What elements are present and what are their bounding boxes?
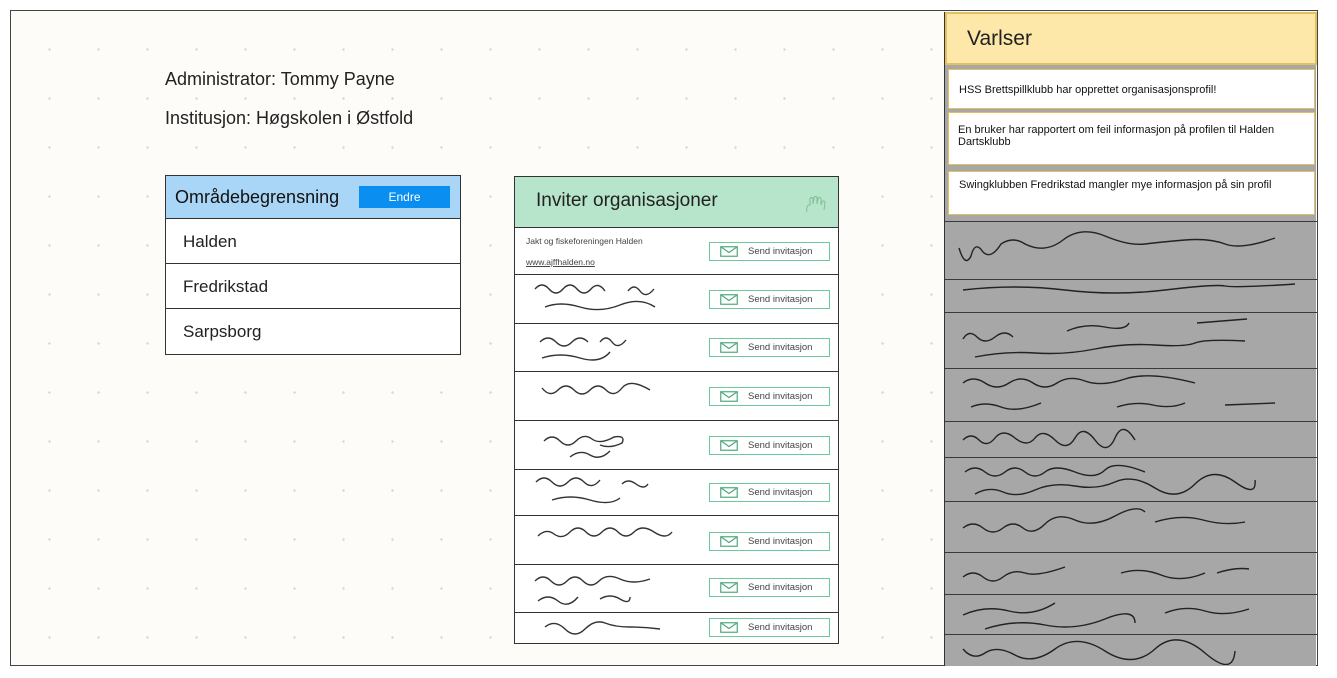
notification-placeholder-row <box>945 368 1317 421</box>
envelope-icon <box>720 440 738 451</box>
area-restriction-panel: Områdebegrensning Endre Halden Fredrikst… <box>165 175 461 355</box>
notification-placeholder-row <box>945 634 1317 666</box>
org-placeholder-scribble <box>534 575 651 605</box>
org-name: Jakt og fiskeforeningen Halden <box>526 236 643 246</box>
area-item-fredrikstad: Fredrikstad <box>166 264 460 309</box>
org-row: Send invitasjon <box>515 516 838 565</box>
envelope-icon <box>720 487 738 498</box>
notifications-title: Varlser <box>967 27 1032 50</box>
org-placeholder-scribble <box>534 284 656 311</box>
envelope-icon <box>720 246 738 257</box>
notification-item[interactable]: HSS Brettspillklubb har opprettet organi… <box>948 69 1315 109</box>
notifications-panel: Varlser HSS Brettspillklubb har opprette… <box>944 12 1317 666</box>
invite-title: Inviter organisasjoner <box>536 190 718 211</box>
placeholder-scribble <box>962 566 1250 582</box>
send-invitation-label: Send invitasjon <box>748 582 813 593</box>
placeholder-scribble <box>962 318 1248 358</box>
notification-text: HSS Brettspillklubb har opprettet organi… <box>959 84 1217 96</box>
envelope-icon <box>720 622 738 633</box>
org-row: Jakt og fiskeforeningen Halden www.ajffh… <box>515 228 838 275</box>
send-invitation-button[interactable]: Send invitasjon <box>709 532 830 551</box>
send-invitation-button[interactable]: Send invitasjon <box>709 338 830 357</box>
placeholder-scribble <box>962 375 1276 410</box>
org-row: Send invitasjon <box>515 421 838 470</box>
org-placeholder-scribble <box>535 477 649 504</box>
send-invitation-label: Send invitasjon <box>748 487 813 498</box>
notification-placeholder-row <box>945 221 1317 279</box>
placeholder-scribble <box>962 428 1136 449</box>
edit-area-button[interactable]: Endre <box>359 186 450 208</box>
envelope-icon <box>720 294 738 305</box>
org-placeholder-scribble <box>544 621 661 635</box>
placeholder-scribble <box>962 602 1250 630</box>
send-invitation-button[interactable]: Send invitasjon <box>709 290 830 309</box>
send-invitation-button[interactable]: Send invitasjon <box>709 436 830 455</box>
send-invitation-button[interactable]: Send invitasjon <box>709 483 830 502</box>
notification-item[interactable]: En bruker har rapportert om feil informa… <box>948 112 1315 165</box>
send-invitation-label: Send invitasjon <box>748 440 813 451</box>
send-invitation-label: Send invitasjon <box>748 246 813 257</box>
org-row: Send invitasjon <box>515 372 838 421</box>
invite-organizations-panel: Inviter organisasjoner Jakt og fiskefore… <box>514 176 839 644</box>
org-row: Send invitasjon <box>515 275 838 324</box>
notification-placeholder-row <box>945 421 1317 457</box>
org-placeholder-scribble <box>539 337 627 361</box>
admin-label: Administrator: Tommy Payne <box>165 69 395 89</box>
org-row: Send invitasjon <box>515 565 838 613</box>
placeholder-scribble <box>964 464 1256 496</box>
notification-item[interactable]: Swingklubben Fredrikstad mangler mye inf… <box>948 171 1315 215</box>
send-invitation-button[interactable]: Send invitasjon <box>709 578 830 597</box>
placeholder-scribble <box>958 231 1276 262</box>
area-item-sarpsborg: Sarpsborg <box>183 322 262 341</box>
notification-placeholder-row <box>945 312 1317 368</box>
placeholder-scribble <box>962 508 1246 533</box>
send-invitation-label: Send invitasjon <box>748 622 813 633</box>
area-item-halden: Halden <box>166 219 460 264</box>
send-invitation-label: Send invitasjon <box>748 294 813 305</box>
org-placeholder-scribble <box>543 435 624 458</box>
send-invitation-button[interactable]: Send invitasjon <box>709 387 830 406</box>
notification-placeholder-row <box>945 279 1317 312</box>
notification-placeholder-row <box>945 457 1317 501</box>
area-restriction-header: Områdebegrensning Endre <box>166 176 460 219</box>
send-invitation-button[interactable]: Send invitasjon <box>709 242 830 261</box>
placeholder-scribble <box>962 639 1236 666</box>
envelope-icon <box>720 342 738 353</box>
notification-text: Swingklubben Fredrikstad mangler mye inf… <box>959 179 1272 191</box>
org-row: Send invitasjon <box>515 470 838 516</box>
hand-cursor-icon <box>806 196 826 213</box>
notification-placeholder-row <box>945 501 1317 552</box>
envelope-icon <box>720 536 738 547</box>
org-row: Send invitasjon <box>515 613 838 642</box>
placeholder-scribble <box>962 283 1296 294</box>
send-invitation-button[interactable]: Send invitasjon <box>709 618 830 637</box>
org-link[interactable]: www.ajffhalden.no <box>526 257 595 267</box>
envelope-icon <box>720 391 738 402</box>
send-invitation-label: Send invitasjon <box>748 536 813 547</box>
notifications-header: Varlser <box>945 12 1317 65</box>
notification-placeholder-row <box>945 552 1317 594</box>
org-placeholder-scribble <box>537 527 673 538</box>
institution-label: Institusjon: Høgskolen i Østfold <box>165 108 414 128</box>
notification-text: En bruker har rapportert om feil informa… <box>958 124 1275 148</box>
send-invitation-label: Send invitasjon <box>748 342 813 353</box>
invite-header: Inviter organisasjoner <box>515 177 838 228</box>
org-row: Send invitasjon <box>515 324 838 372</box>
org-placeholder-scribble <box>541 382 651 395</box>
send-invitation-label: Send invitasjon <box>748 391 813 402</box>
notification-placeholder-row <box>945 594 1317 634</box>
envelope-icon <box>720 582 738 593</box>
area-restriction-title: Områdebegrensning <box>175 187 340 207</box>
